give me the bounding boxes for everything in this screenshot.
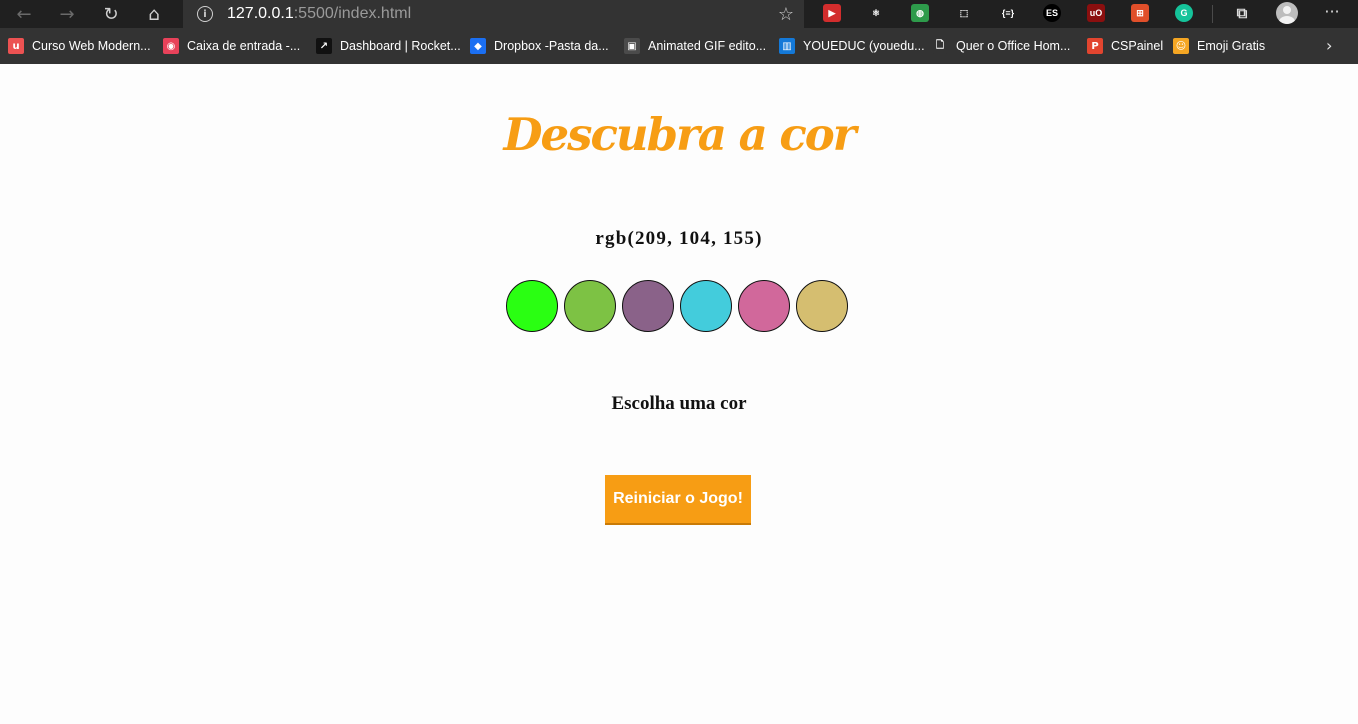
- bookmark-item[interactable]: ◆ Dropbox -Pasta da...: [470, 28, 609, 64]
- color-circle-2[interactable]: [564, 280, 616, 332]
- dropbox-icon: ◆: [470, 38, 486, 54]
- toolbar-divider: [1212, 5, 1213, 23]
- settings-menu-icon[interactable]: ···: [1320, 2, 1344, 24]
- sitemap-extension-icon[interactable]: ⊞: [1131, 4, 1149, 22]
- cspainel-icon: P: [1087, 38, 1103, 54]
- es-extension-icon[interactable]: ES: [1043, 4, 1061, 22]
- browser-toolbar: ← → ↻ ⌂ i 127.0.0.1:5500/index.html ☆ ▶ ⚛…: [0, 0, 1358, 28]
- color-options: [506, 280, 848, 332]
- status-message: Escolha uma cor: [611, 393, 747, 414]
- color-circle-5[interactable]: [738, 280, 790, 332]
- bookmarks-bar: u Curso Web Modern... ◉ Caixa de entrada -.…: [0, 28, 1358, 64]
- rgb-target-text: rgb(209, 104, 155): [595, 228, 763, 249]
- url-host: 127.0.0.1: [227, 5, 294, 22]
- bookmark-item[interactable]: P CSPainel: [1087, 28, 1163, 64]
- ext-red-icon[interactable]: ▶: [823, 4, 841, 22]
- url-text[interactable]: 127.0.0.1:5500/index.html: [227, 5, 411, 23]
- json-viewer-icon[interactable]: {≡}: [999, 4, 1017, 22]
- bookmark-item[interactable]: ▥ YOUEDUC (youedu...: [779, 28, 925, 64]
- emoji-icon: ☺: [1173, 38, 1189, 54]
- restart-game-button[interactable]: Reiniciar o Jogo!: [605, 475, 751, 525]
- grammarly-icon[interactable]: G: [1175, 4, 1193, 22]
- bookmark-item[interactable]: ▣ Animated GIF edito...: [624, 28, 766, 64]
- ublock-icon[interactable]: uO: [1087, 4, 1105, 22]
- react-devtools-icon[interactable]: ⚛: [867, 4, 885, 22]
- site-info-icon[interactable]: i: [197, 6, 213, 22]
- mail-icon: ◉: [163, 38, 179, 54]
- bookmark-label: Dashboard | Rocket...: [340, 39, 461, 53]
- bookmark-item[interactable]: ↗ Dashboard | Rocket...: [316, 28, 461, 64]
- bookmark-item[interactable]: ◉ Caixa de entrada -...: [163, 28, 300, 64]
- screenshot-extension-icon[interactable]: ⬚: [955, 4, 973, 22]
- document-icon: 🗋: [932, 38, 948, 54]
- bookmark-label: Dropbox -Pasta da...: [494, 39, 609, 53]
- home-icon[interactable]: ⌂: [134, 0, 174, 28]
- bookmark-label: Curso Web Modern...: [32, 39, 151, 53]
- collections-icon[interactable]: ⧉: [1233, 4, 1251, 22]
- forward-arrow-icon[interactable]: →: [47, 0, 87, 28]
- colorful-extension-icon[interactable]: ◍: [911, 4, 929, 22]
- color-circle-6[interactable]: [796, 280, 848, 332]
- more-bookmarks-chevron-icon[interactable]: ›: [1326, 36, 1342, 56]
- color-circle-1[interactable]: [506, 280, 558, 332]
- bookmark-item[interactable]: ☺ Emoji Gratis: [1173, 28, 1265, 64]
- page-title: Descubra a cor: [503, 108, 856, 161]
- bookmark-label: Quer o Office Hom...: [956, 39, 1071, 53]
- address-bar[interactable]: i 127.0.0.1:5500/index.html ☆: [183, 0, 804, 28]
- favorite-star-icon[interactable]: ☆: [778, 4, 794, 25]
- color-circle-4[interactable]: [680, 280, 732, 332]
- rocketseat-icon: ↗: [316, 38, 332, 54]
- bookmark-item[interactable]: 🗋 Quer o Office Hom...: [932, 28, 1070, 64]
- back-arrow-icon[interactable]: ←: [4, 0, 44, 28]
- udemy-icon: u: [8, 38, 24, 54]
- bookmark-label: Caixa de entrada -...: [187, 39, 301, 53]
- reload-icon[interactable]: ↻: [91, 0, 131, 28]
- url-path: :5500/index.html: [293, 5, 412, 22]
- bookmark-label: Emoji Gratis: [1197, 39, 1266, 53]
- trello-icon: ▥: [779, 38, 795, 54]
- bookmark-item[interactable]: u Curso Web Modern...: [8, 28, 151, 64]
- profile-avatar[interactable]: [1276, 2, 1298, 24]
- color-circle-3[interactable]: [622, 280, 674, 332]
- gif-editor-icon: ▣: [624, 38, 640, 54]
- bookmark-label: CSPainel: [1111, 39, 1164, 53]
- bookmark-label: YOUEDUC (youedu...: [803, 39, 925, 53]
- bookmark-label: Animated GIF edito...: [648, 39, 767, 53]
